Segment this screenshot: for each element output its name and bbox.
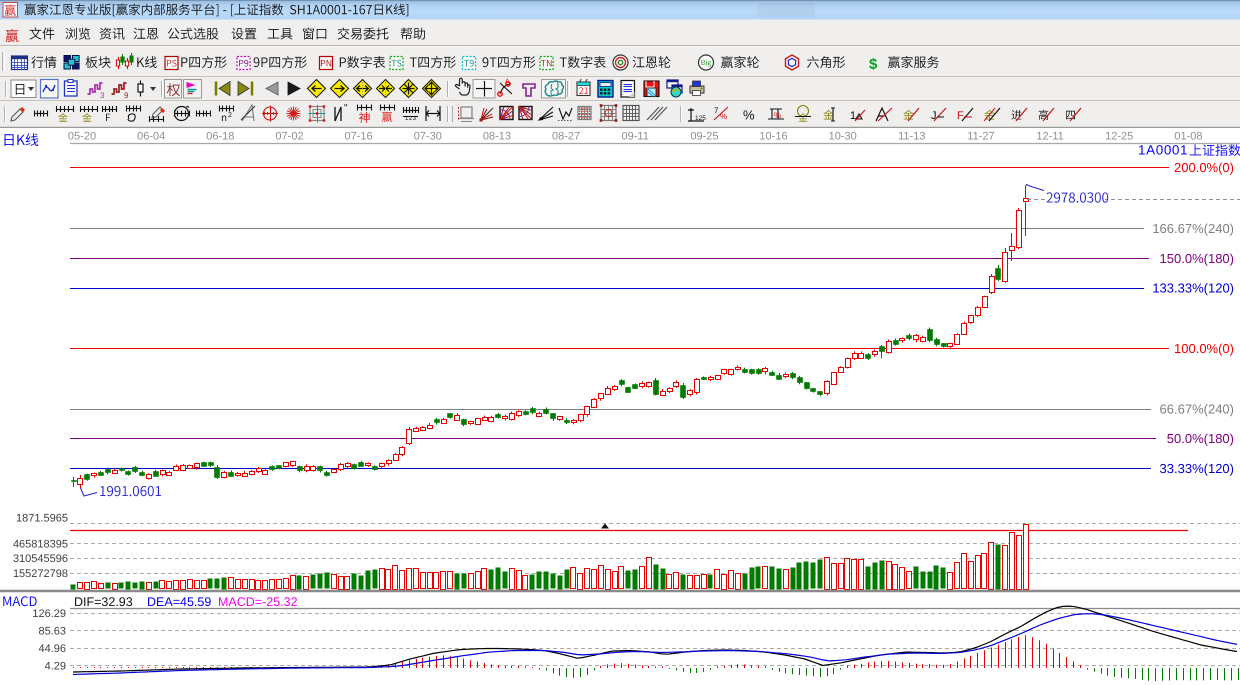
svg-text:MACD=-25.32: MACD=-25.32 xyxy=(218,595,298,609)
svg-text:66.67%(240): 66.67%(240) xyxy=(1160,402,1234,417)
svg-text:09-25: 09-25 xyxy=(690,131,718,143)
svg-text:06-18: 06-18 xyxy=(206,131,234,143)
svg-text:10-16: 10-16 xyxy=(759,131,787,143)
svg-text:%: % xyxy=(743,108,755,123)
svg-text:310545596: 310545596 xyxy=(13,553,68,565)
svg-text:85.63: 85.63 xyxy=(38,626,66,638)
svg-text:A: A xyxy=(505,79,510,86)
svg-text:07-30: 07-30 xyxy=(414,131,442,143)
svg-text:05-20: 05-20 xyxy=(68,131,96,143)
svg-text:200.0%(0): 200.0%(0) xyxy=(1174,160,1234,175)
svg-text:4.29: 4.29 xyxy=(45,661,66,673)
svg-text:12-25: 12-25 xyxy=(1105,131,1133,143)
svg-text:11-27: 11-27 xyxy=(967,131,994,143)
svg-text:": " xyxy=(344,103,348,114)
svg-text:%: % xyxy=(720,112,727,121)
svg-text:1871.5965: 1871.5965 xyxy=(16,513,68,525)
svg-text:155272798: 155272798 xyxy=(13,568,68,580)
svg-text:1A0001: 1A0001 xyxy=(1138,143,1188,158)
svg-text:166.67%(240): 166.67%(240) xyxy=(1152,221,1234,236)
svg-text:7: 7 xyxy=(714,106,719,115)
svg-text:$: $ xyxy=(869,56,878,73)
svg-text:100.0%(0): 100.0%(0) xyxy=(1174,341,1234,356)
svg-text:50.0%(180): 50.0%(180) xyxy=(1167,431,1234,446)
svg-text:33.33%(120): 33.33%(120) xyxy=(1160,461,1234,476)
svg-text:01-08: 01-08 xyxy=(1174,131,1202,143)
svg-text:J: J xyxy=(931,110,937,122)
svg-text:44.96: 44.96 xyxy=(38,643,66,655)
svg-text:09-11: 09-11 xyxy=(622,131,649,143)
svg-text:DEA=45.59: DEA=45.59 xyxy=(147,595,211,609)
svg-text:06-04: 06-04 xyxy=(137,131,165,143)
svg-text:07-02: 07-02 xyxy=(275,131,303,143)
svg-text:133.33%(120): 133.33%(120) xyxy=(1152,281,1234,296)
svg-text:10-30: 10-30 xyxy=(829,131,857,143)
svg-text:11-13: 11-13 xyxy=(898,131,925,143)
svg-text:12-11: 12-11 xyxy=(1036,131,1063,143)
svg-text:3: 3 xyxy=(100,91,105,100)
svg-text:DIF=32.93: DIF=32.93 xyxy=(74,595,133,609)
svg-text:%: % xyxy=(774,111,781,120)
svg-text:150.0%(180): 150.0%(180) xyxy=(1160,251,1234,266)
svg-text:08-13: 08-13 xyxy=(483,131,511,143)
svg-text:125: 125 xyxy=(695,115,706,122)
svg-text:08-27: 08-27 xyxy=(552,131,580,143)
svg-text:126.29: 126.29 xyxy=(32,608,66,620)
svg-text:2: 2 xyxy=(228,112,232,119)
svg-text:465818395: 465818395 xyxy=(13,539,68,551)
svg-text:07-16: 07-16 xyxy=(345,131,373,143)
svg-text:9: 9 xyxy=(124,91,129,100)
